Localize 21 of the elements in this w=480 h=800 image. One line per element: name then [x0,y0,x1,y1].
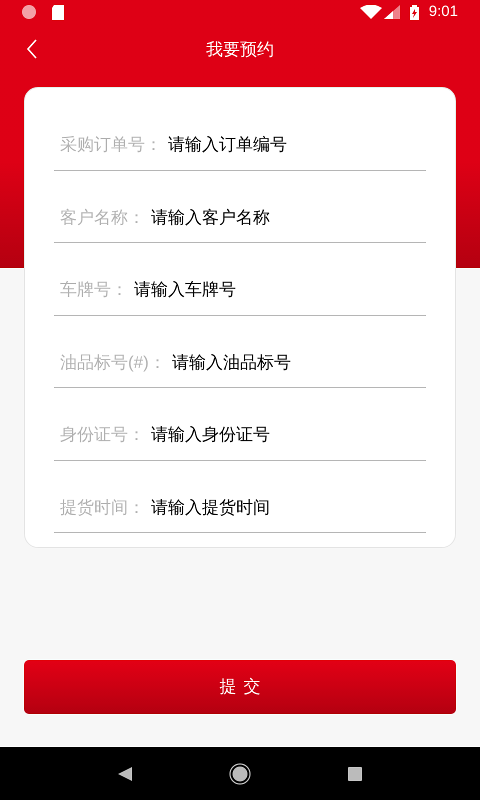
submit-button[interactable]: 提交 [24,660,456,714]
sd-card-icon [51,4,65,20]
clock-time: 9:01 [428,2,458,22]
back-icon [26,39,38,59]
field-label: 油品标号(#)： [59,352,166,374]
input-field[interactable]: 请输入身份证号 [151,422,426,448]
field-label: 客户名称： [59,206,145,228]
field-label: 提货时间： [59,496,145,518]
signal-icon [384,5,400,19]
page-title: 我要预约 [206,39,274,62]
back-nav-icon[interactable] [118,766,132,780]
input-field[interactable]: 请输入油品标号 [172,350,426,375]
recents-icon[interactable] [348,766,362,780]
input-field[interactable]: 请输入客户名称 [151,204,426,230]
field-label: 采购订单号： [59,134,162,156]
field-label: 车牌号： [59,279,128,301]
input-field[interactable]: 请输入车牌号 [134,277,426,302]
field-label: 身份证号： [59,424,145,446]
input-field[interactable]: 请输入订单编号 [168,132,426,158]
home-icon[interactable] [228,762,251,784]
input-field[interactable]: 请输入提货时间 [151,494,426,520]
